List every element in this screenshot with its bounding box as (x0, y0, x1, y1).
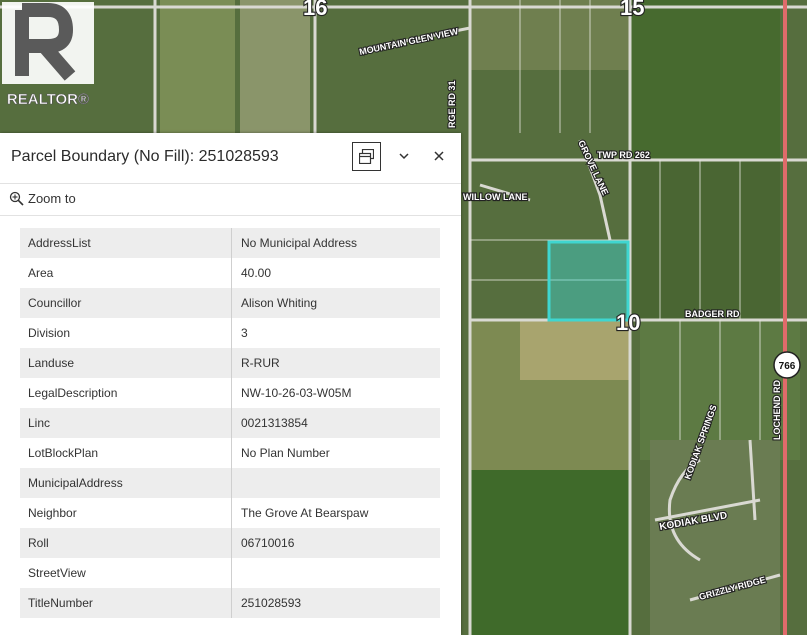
highway-shield-766: 766 (773, 351, 801, 379)
attribute-key: Area (20, 258, 232, 288)
attribute-value: R-RUR (231, 348, 440, 378)
table-row: Neighbor The Grove At Bearspaw (20, 498, 440, 528)
attribute-value: NW-10-26-03-W05M (231, 378, 440, 408)
attribute-value: 0021313854 (231, 408, 440, 438)
attribute-value: No Plan Number (231, 438, 440, 468)
road-label-twp-262: TWP RD 262 (597, 150, 650, 160)
attribute-value (231, 558, 440, 588)
attribute-value (231, 468, 440, 498)
road-label-willow: WILLOW LANE (463, 192, 528, 202)
table-row: Division 3 (20, 318, 440, 348)
table-row: MunicipalAddress (20, 468, 440, 498)
section-label-15: 15 (620, 0, 644, 20)
realtor-logo: REALTOR® (0, 0, 96, 112)
parcel-popup: Parcel Boundary (No Fill): 251028593 Zoo… (0, 133, 461, 635)
table-row: LotBlockPlan No Plan Number (20, 438, 440, 468)
attribute-key: TitleNumber (20, 588, 232, 618)
table-row: AddressList No Municipal Address (20, 228, 440, 258)
attribute-key: LegalDescription (20, 378, 232, 408)
zoom-to-link[interactable]: Zoom to (9, 191, 76, 206)
table-row: Landuse R-RUR (20, 348, 440, 378)
table-row: Councillor Alison Whiting (20, 288, 440, 318)
attribute-key: Division (20, 318, 232, 348)
attribute-key: Neighbor (20, 498, 232, 528)
divider (0, 215, 461, 216)
attribute-key: Roll (20, 528, 232, 558)
table-row: TitleNumber 251028593 (20, 588, 440, 618)
close-icon (434, 151, 444, 161)
attribute-table: AddressList No Municipal Address Area 40.00… (20, 228, 440, 618)
attribute-key: Linc (20, 408, 232, 438)
popup-header: Parcel Boundary (No Fill): 251028593 (0, 133, 461, 184)
section-label-10: 10 (616, 310, 640, 335)
attribute-key: LotBlockPlan (20, 438, 232, 468)
svg-text:766: 766 (779, 361, 796, 372)
attribute-value: 40.00 (231, 258, 440, 288)
attribute-key: AddressList (20, 228, 232, 258)
table-row: Roll 06710016 (20, 528, 440, 558)
zoom-in-icon (9, 191, 24, 206)
road-label-lochend: LOCHEND RD (772, 380, 782, 440)
zoom-to-label: Zoom to (28, 191, 76, 206)
dock-icon (359, 149, 374, 164)
attribute-value: 251028593 (231, 588, 440, 618)
collapse-button[interactable] (395, 147, 413, 165)
attribute-value: 3 (231, 318, 440, 348)
table-row: Area 40.00 (20, 258, 440, 288)
svg-text:REALTOR®: REALTOR® (7, 91, 89, 108)
attribute-value: The Grove At Bearspaw (231, 498, 440, 528)
table-row: LegalDescription NW-10-26-03-W05M (20, 378, 440, 408)
road-label-rge-31: RGE RD 31 (447, 80, 457, 128)
section-label-16: 16 (303, 0, 327, 20)
attribute-value: No Municipal Address (231, 228, 440, 258)
attribute-value: Alison Whiting (231, 288, 440, 318)
close-button[interactable] (430, 147, 448, 165)
attribute-key: Councillor (20, 288, 232, 318)
attribute-key: MunicipalAddress (20, 468, 232, 498)
dock-button[interactable] (352, 142, 381, 171)
popup-title: Parcel Boundary (No Fill): 251028593 (11, 148, 279, 165)
table-row: Linc 0021313854 (20, 408, 440, 438)
parcel-boundary[interactable] (547, 240, 630, 322)
chevron-down-icon (399, 153, 409, 160)
road-label-badger: BADGER RD (685, 309, 740, 319)
attribute-key: StreetView (20, 558, 232, 588)
attribute-key: Landuse (20, 348, 232, 378)
table-row: StreetView (20, 558, 440, 588)
attribute-value: 06710016 (231, 528, 440, 558)
